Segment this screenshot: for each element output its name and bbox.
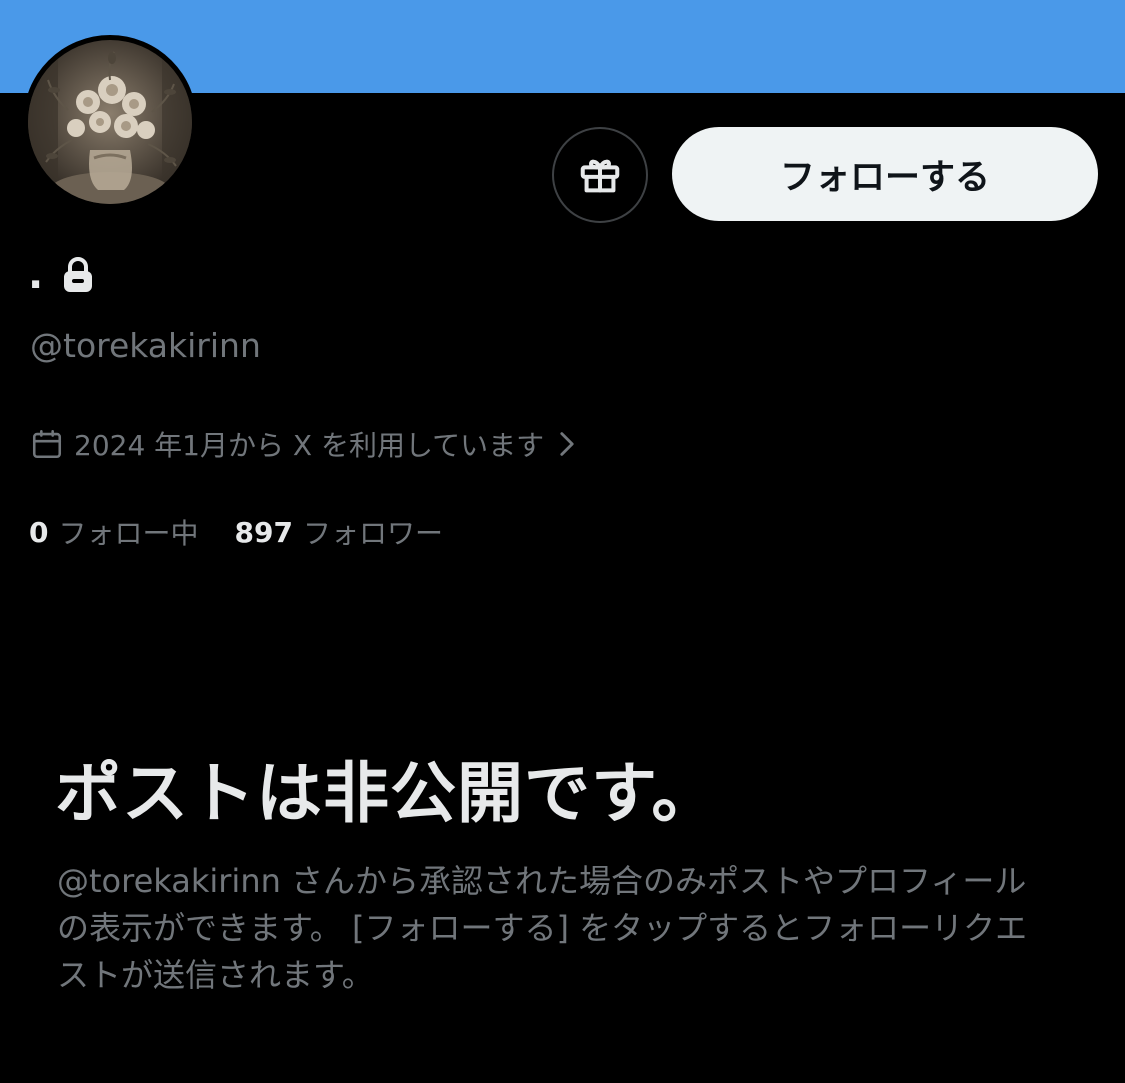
- join-date-text: 2024 年1月から X を利用しています: [74, 429, 545, 462]
- bouquet-photo: [28, 40, 192, 204]
- following-stat[interactable]: 0 フォロー中: [29, 512, 199, 552]
- private-notice-description: @torekakirinn さんから承認された場合のみポストやプロフィールの表示…: [57, 862, 1028, 994]
- calendar-icon: [30, 427, 64, 461]
- follow-button[interactable]: フォローする: [672, 127, 1098, 221]
- display-name: .: [28, 250, 95, 300]
- user-handle: @torekakirinn: [30, 326, 261, 365]
- followers-count: 897: [234, 515, 293, 549]
- followers-stat[interactable]: 897 フォロワー: [235, 512, 443, 552]
- profile-page: フォローする . @torekakirinn 2024 年1月から X を利用し…: [0, 0, 1125, 1083]
- join-date-row[interactable]: 2024 年1月から X を利用しています: [30, 424, 576, 464]
- display-name-text: .: [28, 252, 44, 298]
- avatar[interactable]: [23, 35, 197, 209]
- chevron-right-icon: [558, 431, 576, 457]
- following-label: フォロー中: [58, 517, 199, 550]
- private-notice-title: ポストは非公開です。: [55, 755, 719, 832]
- follow-stats: 0 フォロー中 897 フォロワー: [29, 512, 479, 552]
- gift-button[interactable]: [552, 127, 648, 223]
- followers-label: フォロワー: [302, 517, 443, 550]
- following-count: 0: [29, 515, 49, 549]
- gift-icon: [580, 159, 620, 193]
- lock-icon: [61, 256, 95, 294]
